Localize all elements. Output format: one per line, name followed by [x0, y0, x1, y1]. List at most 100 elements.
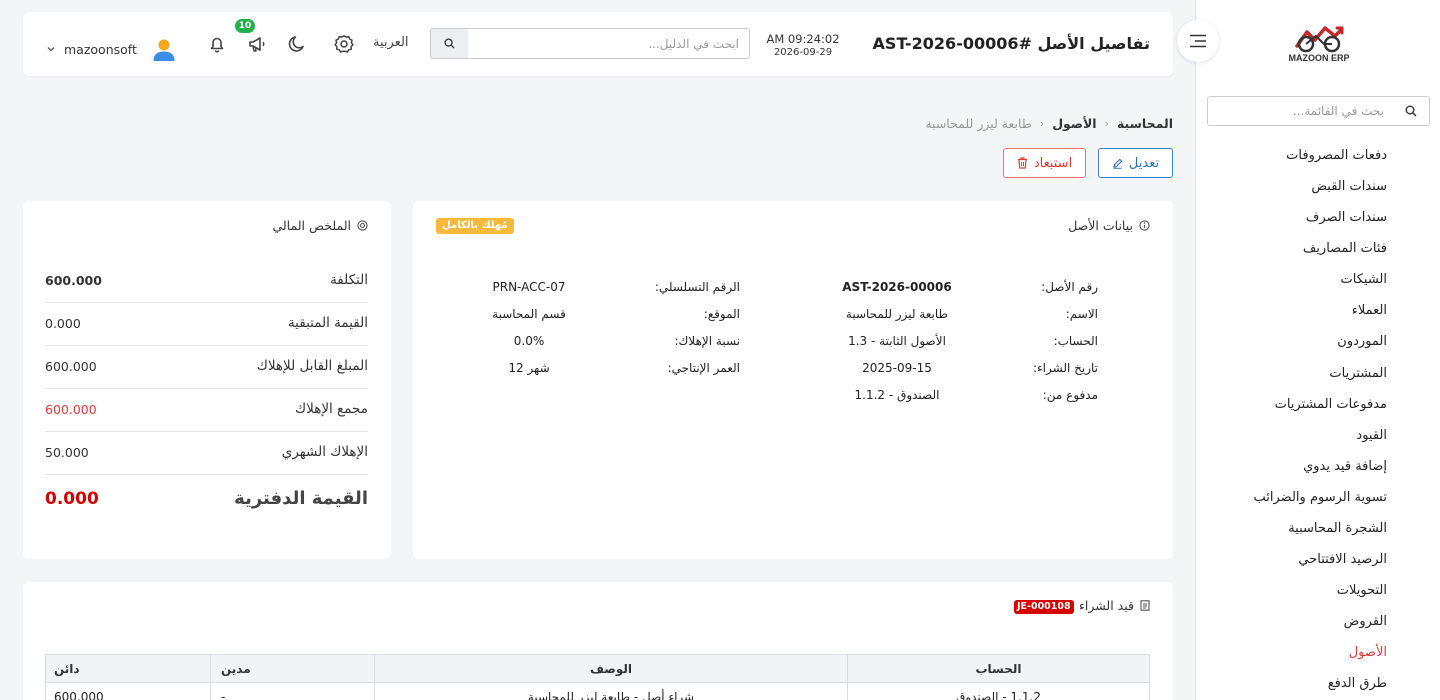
summary-value: 600.000	[45, 273, 102, 288]
gear-icon	[334, 35, 354, 53]
asset-no-value: AST-2026-00006	[842, 280, 952, 294]
sidebar-item-suppliers[interactable]: الموردون	[1337, 334, 1387, 354]
book-value: 0.000	[45, 489, 99, 509]
notifications-button[interactable]	[205, 32, 229, 56]
purchase-entry-title-text: قيد الشراء	[1079, 598, 1134, 613]
column-header-credit: دائن	[45, 654, 211, 683]
summary-row-depreciable: المبلغ القابل للإهلاك 600.000	[45, 346, 368, 389]
chevron-down-icon	[47, 47, 55, 52]
summary-label: الإهلاك الشهري	[281, 444, 368, 460]
breadcrumb-separator-icon: ‹	[1039, 117, 1045, 130]
paid-from-value: 1.1.2 - الصندوق	[854, 388, 940, 402]
sidebar-item-assets[interactable]: الأصول	[1349, 645, 1387, 665]
sidebar-search-button[interactable]	[1393, 97, 1429, 125]
serial-label: الرقم التسلسلي:	[654, 280, 740, 294]
sidebar-item-add-manual-entry[interactable]: إضافة قيد يدوي	[1303, 459, 1387, 479]
search-icon	[444, 38, 455, 49]
serial-value: PRN-ACC-07	[492, 280, 566, 294]
header-search-button[interactable]	[430, 28, 468, 59]
asset-info-title: بيانات الأصل	[1068, 218, 1150, 233]
summary-row-residual: القيمة المتبقية 0.000	[45, 303, 368, 346]
exclude-button[interactable]: استبعاد	[1003, 148, 1086, 178]
paid-from-label: مدفوع من:	[1042, 388, 1098, 402]
breadcrumb: المحاسبة ‹ الأصول ‹ طابعة ليزر للمحاسبة	[925, 116, 1173, 131]
sidebar-item-expense-payments[interactable]: دفعات المصروفات	[1286, 148, 1387, 168]
username: mazoonsoft	[64, 41, 137, 57]
asset-no-label: رقم الأصل:	[1041, 280, 1098, 294]
announcements-button[interactable]	[245, 32, 269, 56]
summary-row-accumulated: مجمع الإهلاك 600.000	[45, 389, 368, 432]
sidebar-item-transfers[interactable]: التحويلات	[1337, 583, 1387, 603]
account-value: 1.3 - الأصول الثابتة	[848, 334, 946, 348]
column-header-description: الوصف	[374, 654, 848, 683]
sidebar-search-input[interactable]	[1208, 97, 1394, 125]
journal-entry-table: دائن مدين الوصف الحساب 600.000 - شراء أص…	[45, 654, 1150, 700]
breadcrumb-separator-icon: ‹	[1104, 117, 1109, 130]
financial-summary-title: الملخص المالي	[272, 218, 368, 233]
header-search-input[interactable]	[467, 28, 750, 59]
summary-row-monthly: الإهلاك الشهري 50.000	[45, 432, 368, 475]
summary-value: 600.000	[45, 402, 97, 417]
app-logo[interactable]: MAZOON ERP	[1284, 22, 1354, 68]
journal-entry-badge[interactable]: JE-000108	[1014, 600, 1074, 614]
summary-label: مجمع الإهلاك	[295, 401, 368, 417]
cell-credit: 600.000	[45, 682, 211, 700]
summary-label: التكلفة	[330, 272, 368, 288]
search-icon	[1405, 105, 1417, 117]
name-label: الاسم:	[1065, 307, 1098, 321]
dep-rate-value: 0.0%	[513, 334, 545, 348]
sidebar-toggle-button[interactable]	[1177, 20, 1219, 62]
language-switcher[interactable]: العربية	[373, 35, 409, 50]
sidebar-item-payment-vouchers[interactable]: سندات الصرف	[1306, 210, 1387, 230]
megaphone-icon	[249, 37, 265, 52]
location-label: الموقع:	[703, 307, 740, 321]
breadcrumb-accounting[interactable]: المحاسبة	[1117, 116, 1173, 131]
status-badge: مُهلك بالكامل	[436, 218, 514, 234]
sidebar-item-purchases[interactable]: المشتريات	[1329, 366, 1387, 386]
sidebar: MAZOON ERP دفعات المصروفات سندات القبض س…	[1195, 0, 1440, 700]
cell-description: شراء أصل - طابعة ليزر للمحاسبة	[374, 682, 848, 700]
sidebar-item-journal-entries[interactable]: القيود	[1356, 428, 1387, 448]
moon-icon	[288, 36, 304, 52]
sidebar-item-purchase-payments[interactable]: مدفوعات المشتريات	[1275, 397, 1387, 417]
sidebar-menu: دفعات المصروفات سندات القبض سندات الصرف …	[1196, 126, 1440, 700]
summary-value: 600.000	[45, 359, 97, 374]
menu-icon	[1190, 34, 1206, 48]
breadcrumb-current: طابعة ليزر للمحاسبة	[925, 116, 1032, 131]
cell-debit: -	[210, 682, 375, 700]
sidebar-item-chart-of-accounts[interactable]: الشجرة المحاسبية	[1288, 521, 1387, 541]
dark-mode-toggle[interactable]	[285, 32, 309, 56]
page-title: تفاصيل الأصل #AST-2026-00006	[872, 34, 1150, 53]
notification-count-badge: 10	[235, 19, 255, 33]
user-menu[interactable]: mazoonsoft	[46, 36, 177, 62]
sidebar-item-expense-categories[interactable]: فئات المصاريف	[1303, 241, 1387, 261]
edit-button[interactable]: تعديل	[1098, 148, 1173, 178]
summary-value: 0.000	[45, 316, 81, 331]
sidebar-item-payment-methods[interactable]: طرق الدفع	[1328, 676, 1387, 696]
sidebar-item-opening-balance[interactable]: الرصيد الافتتاحي	[1298, 552, 1387, 572]
cell-account: 1.1.2 - الصندوق	[847, 682, 1150, 700]
coin-icon	[357, 220, 368, 231]
info-icon	[1139, 220, 1150, 231]
summary-label: المبلغ القابل للإهلاك	[256, 358, 368, 374]
trash-icon	[1017, 157, 1027, 169]
sidebar-search	[1207, 96, 1430, 126]
sidebar-item-loans[interactable]: القروض	[1344, 614, 1387, 634]
breadcrumb-assets[interactable]: الأصول	[1052, 116, 1096, 131]
clock-date: 2026-09-29	[773, 47, 833, 58]
useful-life-value: 12 شهر	[508, 361, 550, 375]
exclude-button-label: استبعاد	[1033, 155, 1073, 171]
header-search	[430, 28, 750, 59]
summary-label: القيمة المتبقية	[287, 315, 368, 331]
settings-button[interactable]	[332, 32, 356, 56]
name-value: طابعة ليزر للمحاسبة	[845, 307, 949, 321]
sidebar-item-cheques[interactable]: الشيكات	[1341, 272, 1387, 292]
avatar	[153, 39, 175, 61]
book-value-label: القيمة الدفترية	[234, 488, 368, 509]
sidebar-item-receipt-vouchers[interactable]: سندات القبض	[1311, 179, 1387, 199]
sidebar-item-customers[interactable]: العملاء	[1352, 303, 1387, 323]
sidebar-item-fees-taxes-settlement[interactable]: تسوية الرسوم والضرائب	[1254, 490, 1387, 510]
purchase-entry-title: قيد الشراء	[1079, 598, 1150, 613]
asset-info-card: بيانات الأصل مُهلك بالكامل رقم الأصل: ال…	[413, 201, 1173, 559]
clock: AM 09:24:02 2026-09-29	[758, 32, 848, 58]
